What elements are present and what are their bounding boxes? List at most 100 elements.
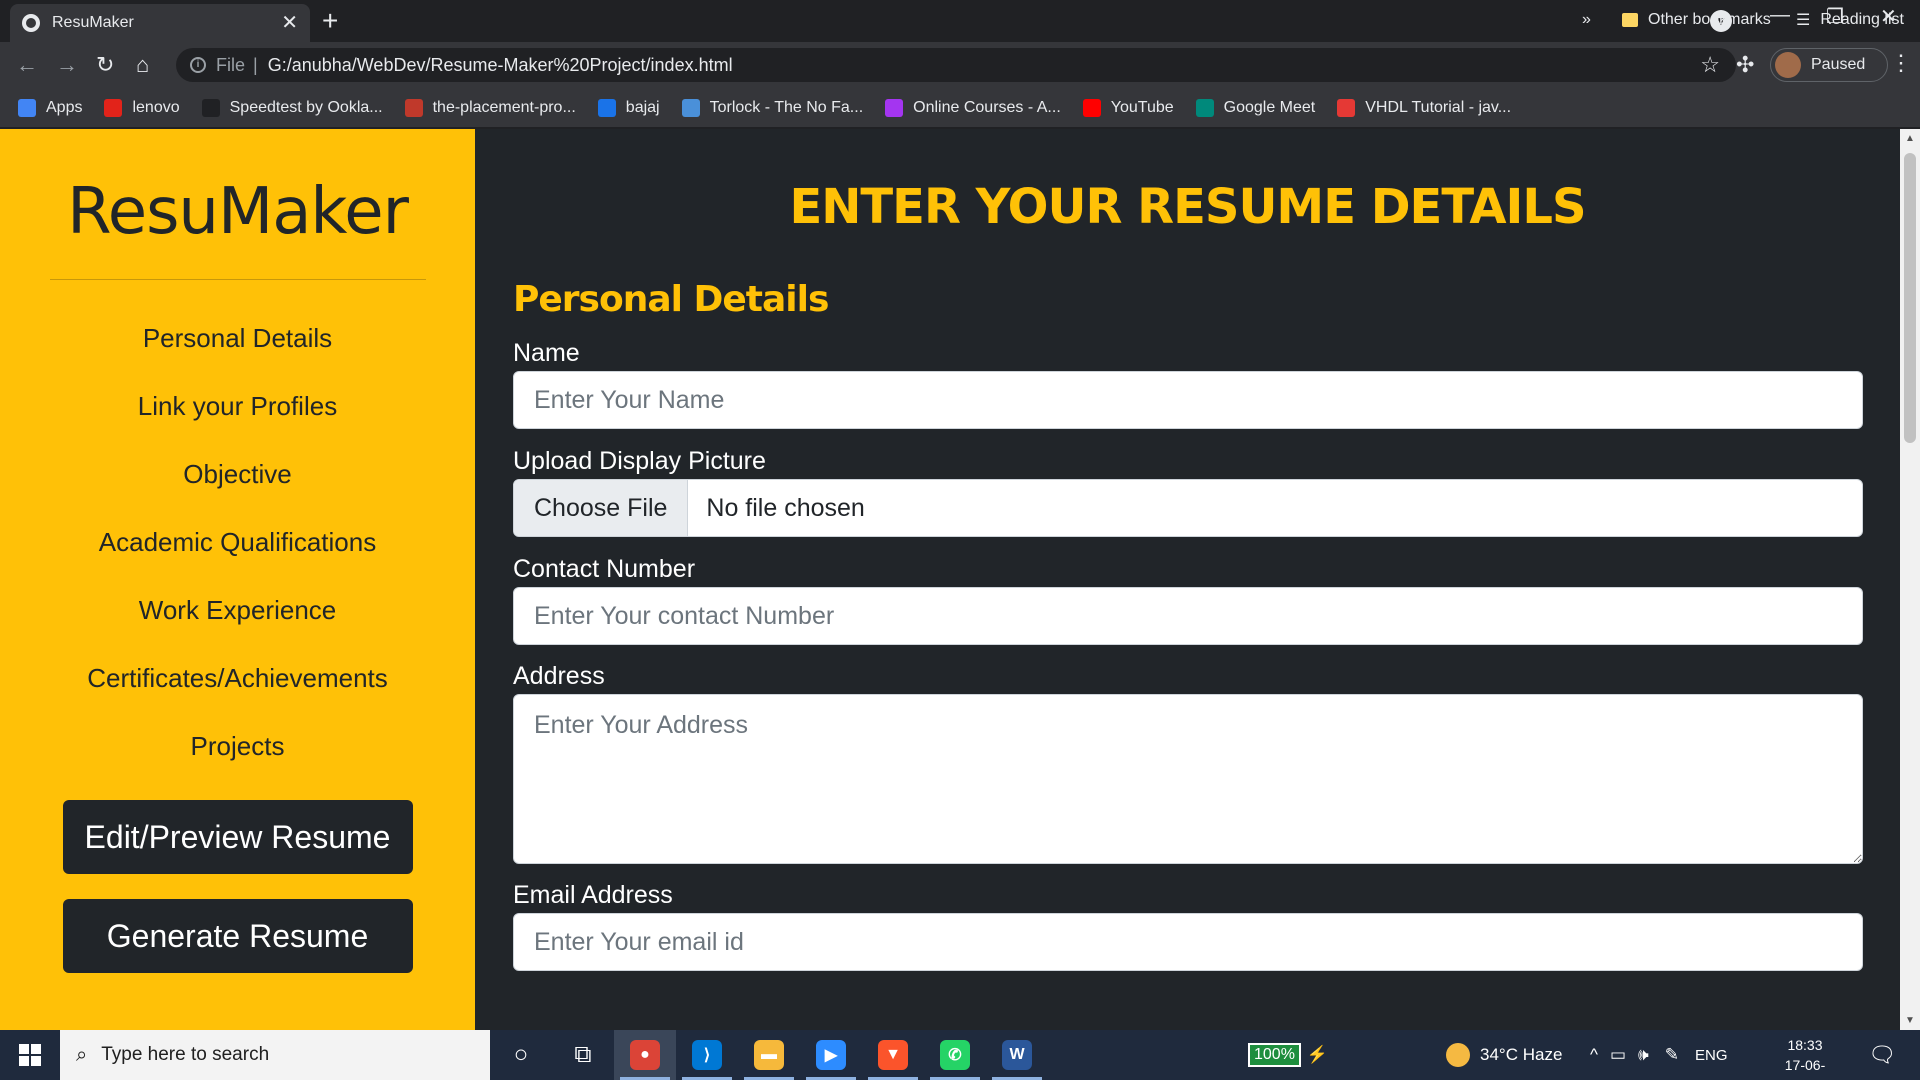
file-explorer-taskbar-button[interactable]: ▬ <box>738 1030 800 1080</box>
sidebar-item-link-profiles[interactable]: Link your Profiles <box>0 372 475 440</box>
email-input[interactable] <box>513 913 1863 971</box>
profile-button[interactable]: Paused <box>1770 48 1888 82</box>
bookmarks-overflow-icon[interactable]: » <box>1582 0 1591 40</box>
page-title: ENTER YOUR RESUME DETAILS <box>789 179 1586 235</box>
bookmark-item[interactable]: YouTube <box>1082 98 1174 117</box>
brave-taskbar-button[interactable]: ▼ <box>862 1030 924 1080</box>
show-hidden-icons-chevron-icon[interactable]: ^ <box>1590 1045 1598 1065</box>
bookmark-label: Google Meet <box>1223 98 1316 116</box>
volume-icon[interactable]: 🕪 <box>1638 1045 1649 1065</box>
bookmark-label: Apps <box>46 98 83 116</box>
bookmark-star-icon[interactable]: ☆ <box>1700 52 1720 78</box>
language-indicator[interactable]: ENG <box>1695 1047 1728 1064</box>
other-bookmarks-label: Other bookmarks <box>1648 11 1771 28</box>
address-bar[interactable]: i File | G:/anubha/WebDev/Resume-Maker%2… <box>176 48 1736 82</box>
windows-taskbar: ⌕ Type here to search ○ ⧉ ● ⟩ ▬ ▶ ▼ ✆ W 100% ⚡ 3… <box>0 1030 1920 1080</box>
clock-time: 18:33 <box>1787 1037 1823 1053</box>
sidebar-nav: Personal Details Link your Profiles Obje… <box>0 304 475 780</box>
reload-icon[interactable]: ↻ <box>96 52 114 78</box>
menu-kebab-icon[interactable]: ⋮ <box>1890 50 1912 76</box>
info-icon[interactable]: i <box>190 57 206 73</box>
start-button[interactable] <box>0 1030 60 1080</box>
picture-label: Upload Display Picture <box>513 447 766 475</box>
bookmark-item[interactable]: lenovo <box>104 98 180 117</box>
contact-label: Contact Number <box>513 555 696 583</box>
new-tab-button[interactable]: + <box>322 6 338 36</box>
vhdl-icon <box>1337 98 1356 117</box>
url-text[interactable]: G:/anubha/WebDev/Resume-Maker%20Project/… <box>268 55 733 76</box>
sidebar: ResuMaker Personal Details Link your Pro… <box>0 129 475 1030</box>
generate-resume-button[interactable]: Generate Resume <box>62 899 413 973</box>
weather-haze-icon <box>1446 1043 1470 1067</box>
name-input[interactable] <box>513 371 1863 429</box>
bookmark-item[interactable]: Apps <box>18 98 83 117</box>
address-textarea[interactable] <box>513 694 1863 864</box>
sidebar-item-projects[interactable]: Projects <box>0 712 475 780</box>
scroll-up-icon[interactable]: ▲ <box>1905 133 1915 144</box>
tab-title: ResuMaker <box>52 14 134 31</box>
choose-file-button[interactable]: Choose File <box>514 480 689 536</box>
forward-icon[interactable]: → <box>56 52 78 78</box>
scroll-down-icon[interactable]: ▼ <box>1905 1015 1915 1026</box>
page-scrollbar[interactable]: ▲ ▼ <box>1900 129 1920 1030</box>
main-form-panel: ENTER YOUR RESUME DETAILS Personal Detai… <box>475 129 1900 1030</box>
bookmark-item[interactable]: bajaj <box>597 98 660 117</box>
home-icon[interactable]: ⌂ <box>136 52 149 78</box>
url-separator: | <box>253 54 258 75</box>
bookmark-item[interactable]: VHDL Tutorial - jav... <box>1337 98 1511 117</box>
bajaj-icon <box>597 98 616 117</box>
section-title: Personal Details <box>513 279 829 320</box>
search-placeholder: Type here to search <box>101 1044 270 1065</box>
apps-grid-icon <box>18 98 36 117</box>
notifications-icon[interactable]: 🗨 <box>1868 1030 1896 1080</box>
word-icon: W <box>1002 1040 1032 1070</box>
bookmark-item[interactable]: Google Meet <box>1195 98 1316 117</box>
bookmark-item[interactable]: Speedtest by Ookla... <box>201 98 383 117</box>
brand-title: ResuMaker <box>67 175 409 249</box>
sidebar-item-certificates[interactable]: Certificates/Achievements <box>0 644 475 712</box>
extensions-puzzle-icon[interactable]: ✣ <box>1736 52 1754 78</box>
taskbar-apps: ○ ⧉ ● ⟩ ▬ ▶ ▼ ✆ W <box>490 1030 1048 1080</box>
minimize-icon[interactable]: — <box>1770 4 1790 27</box>
battery-icon[interactable]: ▭ <box>1610 1045 1626 1065</box>
contact-number-input[interactable] <box>513 587 1863 645</box>
lenovo-icon <box>104 98 123 117</box>
display-picture-file-input[interactable]: Choose File No file chosen <box>513 479 1863 537</box>
zoom-taskbar-button[interactable]: ▶ <box>800 1030 862 1080</box>
battery-indicator[interactable]: 100% ⚡ <box>1248 1030 1328 1080</box>
edit-preview-resume-button[interactable]: Edit/Preview Resume <box>62 800 413 874</box>
bookmark-item[interactable]: Online Courses - A... <box>885 98 1061 117</box>
task-view-taskbar-button[interactable]: ⧉ <box>552 1030 614 1080</box>
browser-tab[interactable]: ResuMaker ✕ <box>10 4 310 42</box>
reading-list[interactable]: ☰ Reading list <box>1796 0 1904 40</box>
clock[interactable]: 18:33 17-06-2021 <box>1770 1035 1840 1080</box>
vscode-taskbar-button[interactable]: ⟩ <box>676 1030 738 1080</box>
name-label: Name <box>513 339 580 367</box>
bookmark-label: bajaj <box>625 98 660 116</box>
whatsapp-taskbar-button[interactable]: ✆ <box>924 1030 986 1080</box>
bookmark-item[interactable]: Torlock - The No Fa... <box>681 98 863 117</box>
sidebar-item-objective[interactable]: Objective <box>0 440 475 508</box>
cortana-taskbar-button[interactable]: ○ <box>490 1030 552 1080</box>
charging-plug-icon: ⚡ <box>1306 1045 1329 1064</box>
other-bookmarks[interactable]: Other bookmarks <box>1622 0 1771 40</box>
word-taskbar-button[interactable]: W <box>986 1030 1048 1080</box>
taskbar-search[interactable]: ⌕ Type here to search <box>60 1030 490 1080</box>
vscode-icon: ⟩ <box>692 1040 722 1070</box>
weather-widget[interactable]: 34°C Haze <box>1446 1030 1562 1080</box>
sidebar-item-personal-details[interactable]: Personal Details <box>0 304 475 372</box>
chrome-taskbar-button[interactable]: ● <box>614 1030 676 1080</box>
scroll-thumb[interactable] <box>1904 153 1916 443</box>
close-tab-icon[interactable]: ✕ <box>281 13 298 33</box>
bookmark-label: Speedtest by Ookla... <box>229 98 383 116</box>
youtube-icon <box>1082 98 1101 117</box>
avatar <box>1775 52 1801 78</box>
pen-icon[interactable]: ✎ <box>1665 1045 1679 1065</box>
bookmark-item[interactable]: the-placement-pro... <box>404 98 576 117</box>
sidebar-item-work-experience[interactable]: Work Experience <box>0 576 475 644</box>
brave-icon: ▼ <box>878 1040 908 1070</box>
clock-date: 17-06-2021 <box>1784 1057 1826 1080</box>
udemy-icon <box>885 98 904 117</box>
back-icon[interactable]: ← <box>16 52 38 78</box>
sidebar-item-academic-qualifications[interactable]: Academic Qualifications <box>0 508 475 576</box>
